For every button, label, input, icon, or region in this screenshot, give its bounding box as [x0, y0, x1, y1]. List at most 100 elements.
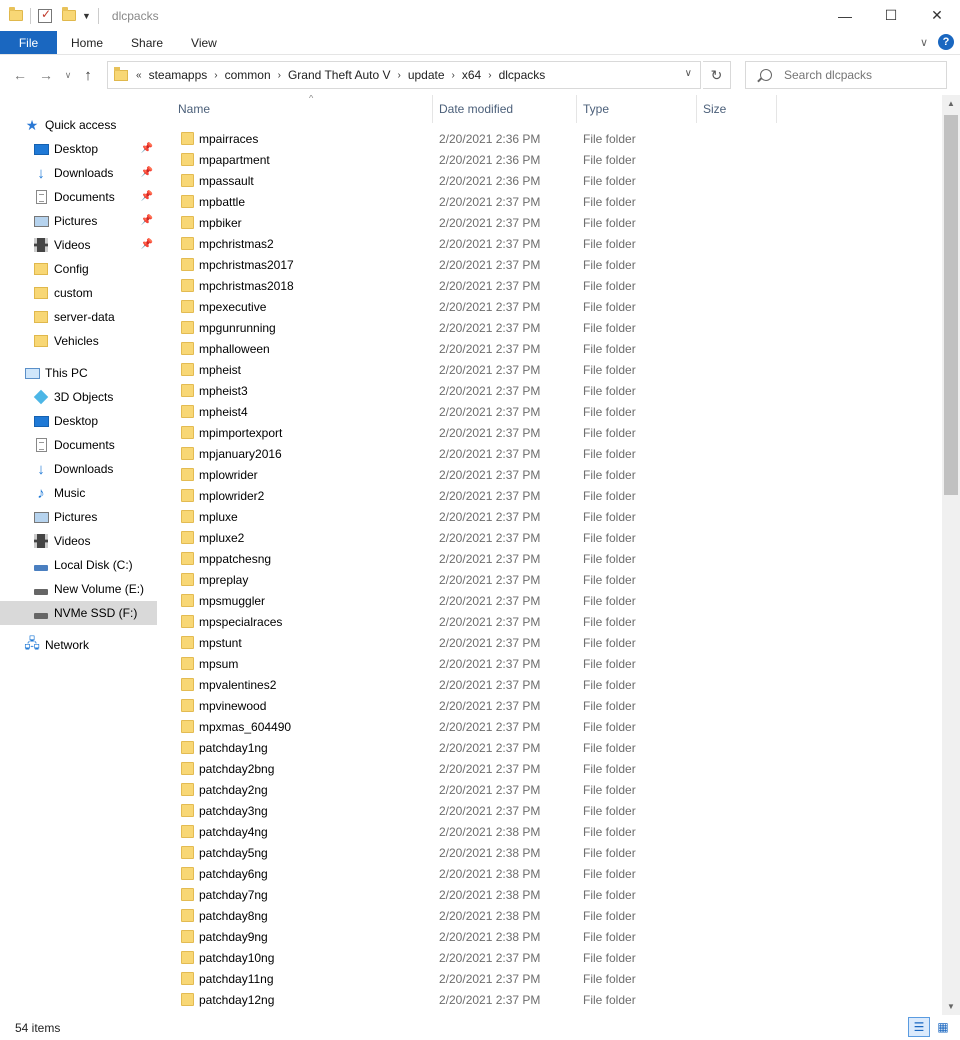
- column-header-size[interactable]: Size: [697, 95, 777, 123]
- breadcrumb-gta-v[interactable]: Grand Theft Auto V: [288, 68, 391, 82]
- file-name[interactable]: mpapartment: [199, 153, 270, 167]
- column-header-name[interactable]: Name ^: [172, 95, 433, 123]
- expand-ribbon-icon[interactable]: ∨: [920, 36, 928, 49]
- table-row[interactable]: patchday10ng 2/20/2021 2:37 PM File folder: [178, 947, 938, 968]
- recent-locations-button[interactable]: ∨: [61, 64, 75, 86]
- file-name[interactable]: patchday4ng: [199, 825, 268, 839]
- sidebar-item-documents[interactable]: Documents 📌: [0, 185, 157, 209]
- file-name[interactable]: patchday2bng: [199, 762, 274, 776]
- sidebar-item-this-pc[interactable]: This PC: [0, 361, 157, 385]
- file-name[interactable]: patchday6ng: [199, 867, 268, 881]
- file-name[interactable]: mpluxe2: [199, 531, 244, 545]
- table-row[interactable]: mpexecutive 2/20/2021 2:37 PM File folder: [178, 296, 938, 317]
- tab-share[interactable]: Share: [117, 31, 177, 54]
- details-view-icon[interactable]: ☰: [908, 1017, 930, 1037]
- file-name[interactable]: mpbiker: [199, 216, 242, 230]
- scroll-up-icon[interactable]: ▲: [942, 95, 960, 112]
- table-row[interactable]: mpgunrunning 2/20/2021 2:37 PM File folder: [178, 317, 938, 338]
- tab-file[interactable]: File: [0, 31, 57, 54]
- table-row[interactable]: mphalloween 2/20/2021 2:37 PM File folder: [178, 338, 938, 359]
- column-header-date[interactable]: Date modified: [433, 95, 577, 123]
- file-name[interactable]: mpbattle: [199, 195, 245, 209]
- sidebar-item-vehicles[interactable]: Vehicles: [0, 329, 157, 353]
- scrollbar-thumb[interactable]: [944, 115, 958, 495]
- file-name[interactable]: patchday5ng: [199, 846, 268, 860]
- column-header-type[interactable]: Type: [577, 95, 697, 123]
- table-row[interactable]: mpsmuggler 2/20/2021 2:37 PM File folder: [178, 590, 938, 611]
- table-row[interactable]: patchday4ng 2/20/2021 2:38 PM File folder: [178, 821, 938, 842]
- file-name[interactable]: mpvinewood: [199, 699, 266, 713]
- breadcrumb-update[interactable]: update: [408, 68, 445, 82]
- search-input[interactable]: [784, 68, 944, 82]
- search-box[interactable]: [745, 61, 947, 89]
- file-name[interactable]: mpspecialraces: [199, 615, 282, 629]
- table-row[interactable]: patchday8ng 2/20/2021 2:38 PM File folder: [178, 905, 938, 926]
- sidebar-item-server-data[interactable]: server-data: [0, 305, 157, 329]
- file-name[interactable]: mpgunrunning: [199, 321, 276, 335]
- table-row[interactable]: mpimportexport 2/20/2021 2:37 PM File fold…: [178, 422, 938, 443]
- tab-view[interactable]: View: [177, 31, 231, 54]
- file-name[interactable]: mpsmuggler: [199, 594, 265, 608]
- file-name[interactable]: mpheist4: [199, 405, 248, 419]
- table-row[interactable]: mpassault 2/20/2021 2:36 PM File folder: [178, 170, 938, 191]
- table-row[interactable]: mpluxe 2/20/2021 2:37 PM File folder: [178, 506, 938, 527]
- file-name[interactable]: mpassault: [199, 174, 254, 188]
- table-row[interactable]: mpsum 2/20/2021 2:37 PM File folder: [178, 653, 938, 674]
- table-row[interactable]: mppatchesng 2/20/2021 2:37 PM File folder: [178, 548, 938, 569]
- breadcrumb-dlcpacks[interactable]: dlcpacks: [499, 68, 546, 82]
- file-name[interactable]: patchday10ng: [199, 951, 274, 965]
- table-row[interactable]: mplowrider2 2/20/2021 2:37 PM File folder: [178, 485, 938, 506]
- file-name[interactable]: patchday1ng: [199, 741, 268, 755]
- table-row[interactable]: patchday6ng 2/20/2021 2:38 PM File folder: [178, 863, 938, 884]
- table-row[interactable]: mpjanuary2016 2/20/2021 2:37 PM File folde…: [178, 443, 938, 464]
- overflow-chevron-icon[interactable]: «: [136, 70, 142, 81]
- table-row[interactable]: mpheist4 2/20/2021 2:37 PM File folder: [178, 401, 938, 422]
- file-name[interactable]: patchday3ng: [199, 804, 268, 818]
- file-name[interactable]: mpsum: [199, 657, 238, 671]
- maximize-button[interactable]: ☐: [868, 0, 914, 31]
- sidebar-item-pc-downloads[interactable]: ↓ Downloads: [0, 457, 157, 481]
- file-name[interactable]: mpimportexport: [199, 426, 282, 440]
- table-row[interactable]: patchday12ng 2/20/2021 2:37 PM File folder: [178, 989, 938, 1010]
- breadcrumb-common[interactable]: common: [225, 68, 271, 82]
- table-row[interactable]: patchday9ng 2/20/2021 2:38 PM File folder: [178, 926, 938, 947]
- file-name[interactable]: patchday9ng: [199, 930, 268, 944]
- sidebar-item-local-disk-c[interactable]: Local Disk (C:): [0, 553, 157, 577]
- table-row[interactable]: mpheist3 2/20/2021 2:37 PM File folder: [178, 380, 938, 401]
- chevron-right-icon[interactable]: ›: [278, 70, 281, 81]
- table-row[interactable]: mpairraces 2/20/2021 2:36 PM File folder: [178, 128, 938, 149]
- file-name[interactable]: mplowrider2: [199, 489, 264, 503]
- file-name[interactable]: patchday12ng: [199, 993, 274, 1007]
- file-name[interactable]: mppatchesng: [199, 552, 271, 566]
- sidebar-item-music[interactable]: ♪ Music: [0, 481, 157, 505]
- table-row[interactable]: mpchristmas2017 2/20/2021 2:37 PM File fol…: [178, 254, 938, 275]
- address-dropdown-icon[interactable]: ∨: [685, 68, 692, 79]
- table-row[interactable]: patchday7ng 2/20/2021 2:38 PM File folder: [178, 884, 938, 905]
- sidebar-item-new-volume-e[interactable]: New Volume (E:): [0, 577, 157, 601]
- table-row[interactable]: patchday2ng 2/20/2021 2:37 PM File folder: [178, 779, 938, 800]
- back-button[interactable]: ←: [9, 64, 31, 86]
- scroll-down-icon[interactable]: ▼: [942, 998, 960, 1015]
- sidebar-item-quick-access[interactable]: ★ Quick access: [0, 113, 157, 137]
- table-row[interactable]: mpchristmas2018 2/20/2021 2:37 PM File fol…: [178, 275, 938, 296]
- properties-icon[interactable]: [38, 7, 52, 23]
- file-name[interactable]: patchday8ng: [199, 909, 268, 923]
- tab-home[interactable]: Home: [57, 31, 117, 54]
- file-name[interactable]: patchday11ng: [199, 972, 274, 986]
- sidebar-item-desktop[interactable]: Desktop 📌: [0, 137, 157, 161]
- sidebar-item-3d-objects[interactable]: 3D Objects: [0, 385, 157, 409]
- forward-button[interactable]: →: [35, 64, 57, 86]
- table-row[interactable]: mpspecialraces 2/20/2021 2:37 PM File fold…: [178, 611, 938, 632]
- file-name[interactable]: mpheist3: [199, 384, 248, 398]
- file-name[interactable]: mpxmas_604490: [199, 720, 291, 734]
- sidebar-item-pc-pictures[interactable]: Pictures: [0, 505, 157, 529]
- sidebar-item-pc-desktop[interactable]: Desktop: [0, 409, 157, 433]
- table-row[interactable]: mpreplay 2/20/2021 2:37 PM File folder: [178, 569, 938, 590]
- sidebar-item-videos[interactable]: Videos 📌: [0, 233, 157, 257]
- file-name[interactable]: mpstunt: [199, 636, 242, 650]
- chevron-right-icon[interactable]: ›: [397, 70, 400, 81]
- file-name[interactable]: mpairraces: [199, 132, 258, 146]
- table-row[interactable]: mpapartment 2/20/2021 2:36 PM File folder: [178, 149, 938, 170]
- sidebar-item-pc-documents[interactable]: Documents: [0, 433, 157, 457]
- large-icons-view-icon[interactable]: ▦: [932, 1017, 954, 1037]
